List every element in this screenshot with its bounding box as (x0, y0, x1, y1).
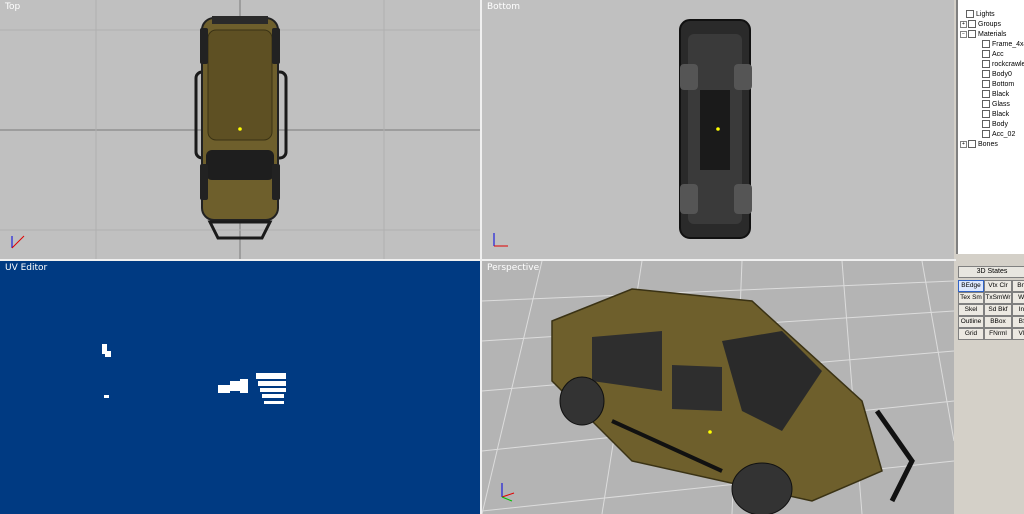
states-title: 3D States (958, 266, 1024, 278)
material-item-icon (982, 70, 990, 79)
tree-item-material[interactable]: rockcrawle (982, 60, 1024, 70)
car-top-model (194, 16, 288, 240)
top-view-canvas (0, 0, 480, 259)
state-button[interactable]: TxSmWr (984, 292, 1012, 304)
material-item-icon (982, 50, 990, 59)
material-item-icon (982, 80, 990, 89)
viewport-title-perspective: Perspective (487, 263, 540, 273)
axis-gizmo-perspective (501, 483, 515, 502)
state-button[interactable]: Outline (958, 316, 984, 328)
tree-item-material[interactable]: Black (982, 90, 1009, 100)
group-icon (968, 20, 976, 29)
top-viewport[interactable]: Top (0, 0, 482, 259)
tree-item-material[interactable]: Acc_02 (982, 130, 1015, 140)
viewport-title-top: Top (5, 2, 21, 12)
state-button[interactable]: BS (1012, 316, 1024, 328)
state-button[interactable]: Bnd (1012, 280, 1024, 292)
tree-item-material[interactable]: Body0 (982, 70, 1012, 80)
tree-item-material[interactable]: Glass (982, 100, 1010, 110)
tree-item-materials[interactable]: − Materials (960, 30, 1006, 40)
tree-item-material[interactable]: Body (982, 120, 1008, 130)
car-bottom-model (679, 19, 752, 239)
state-button[interactable]: BEdge (958, 280, 984, 292)
expand-icon[interactable]: + (960, 20, 967, 28)
state-button[interactable]: BBox (984, 316, 1012, 328)
viewport-title-bottom: Bottom (487, 2, 521, 12)
tree-item-groups[interactable]: + Groups (960, 20, 1001, 30)
material-item-icon (982, 90, 990, 99)
tree-item-material[interactable]: Frame_4x4 (982, 40, 1024, 50)
bottom-view-canvas (493, 19, 752, 247)
state-button[interactable]: FNrml (984, 328, 1012, 340)
perspective-viewport[interactable]: Perspective (482, 261, 954, 514)
uv-islands (102, 344, 286, 404)
tree-item-bones[interactable]: + Bones (960, 140, 998, 150)
state-button[interactable]: Inc (1012, 304, 1024, 316)
uv-canvas (102, 344, 286, 404)
axis-gizmo-bottom (493, 233, 508, 247)
material-item-icon (982, 60, 990, 69)
material-item-icon (982, 110, 990, 119)
state-button[interactable]: Tex Sm (958, 292, 984, 304)
bottom-viewport[interactable]: Bottom (482, 0, 954, 259)
tree-item-material[interactable]: Black (982, 110, 1009, 120)
material-item-icon (982, 130, 990, 139)
expand-icon[interactable]: + (960, 140, 967, 148)
collapse-icon[interactable]: − (960, 30, 967, 38)
uv-editor-viewport[interactable]: UV Editor (0, 261, 482, 514)
perspective-canvas (482, 261, 954, 514)
3d-states-panel: 3D States BEdgeVtx ClrBnd Tex SmTxSmWrWir… (956, 264, 1024, 514)
state-button[interactable]: Skel (958, 304, 984, 316)
tree-item-material[interactable]: Acc (982, 50, 1004, 60)
tree-item-material[interactable]: Bottom (982, 80, 1014, 90)
state-button[interactable]: Sd Bkf (984, 304, 1012, 316)
car-perspective-model (551, 288, 915, 514)
material-item-icon (982, 100, 990, 109)
state-button[interactable]: VN (1012, 328, 1024, 340)
light-icon (966, 10, 974, 19)
state-button[interactable]: Grid (958, 328, 984, 340)
material-item-icon (982, 40, 990, 49)
material-item-icon (982, 120, 990, 129)
state-button[interactable]: Vtx Clr (984, 280, 1012, 292)
tree-item-lights[interactable]: Lights (966, 10, 995, 20)
axis-gizmo-top (11, 235, 25, 249)
state-button[interactable]: Wir (1012, 292, 1024, 304)
bone-icon (968, 140, 976, 149)
viewport-title-uv: UV Editor (5, 263, 48, 273)
scene-tree-panel[interactable]: Lights + Groups − Materials Frame_4x4 Acc ro… (956, 0, 1024, 254)
material-icon (968, 30, 976, 39)
